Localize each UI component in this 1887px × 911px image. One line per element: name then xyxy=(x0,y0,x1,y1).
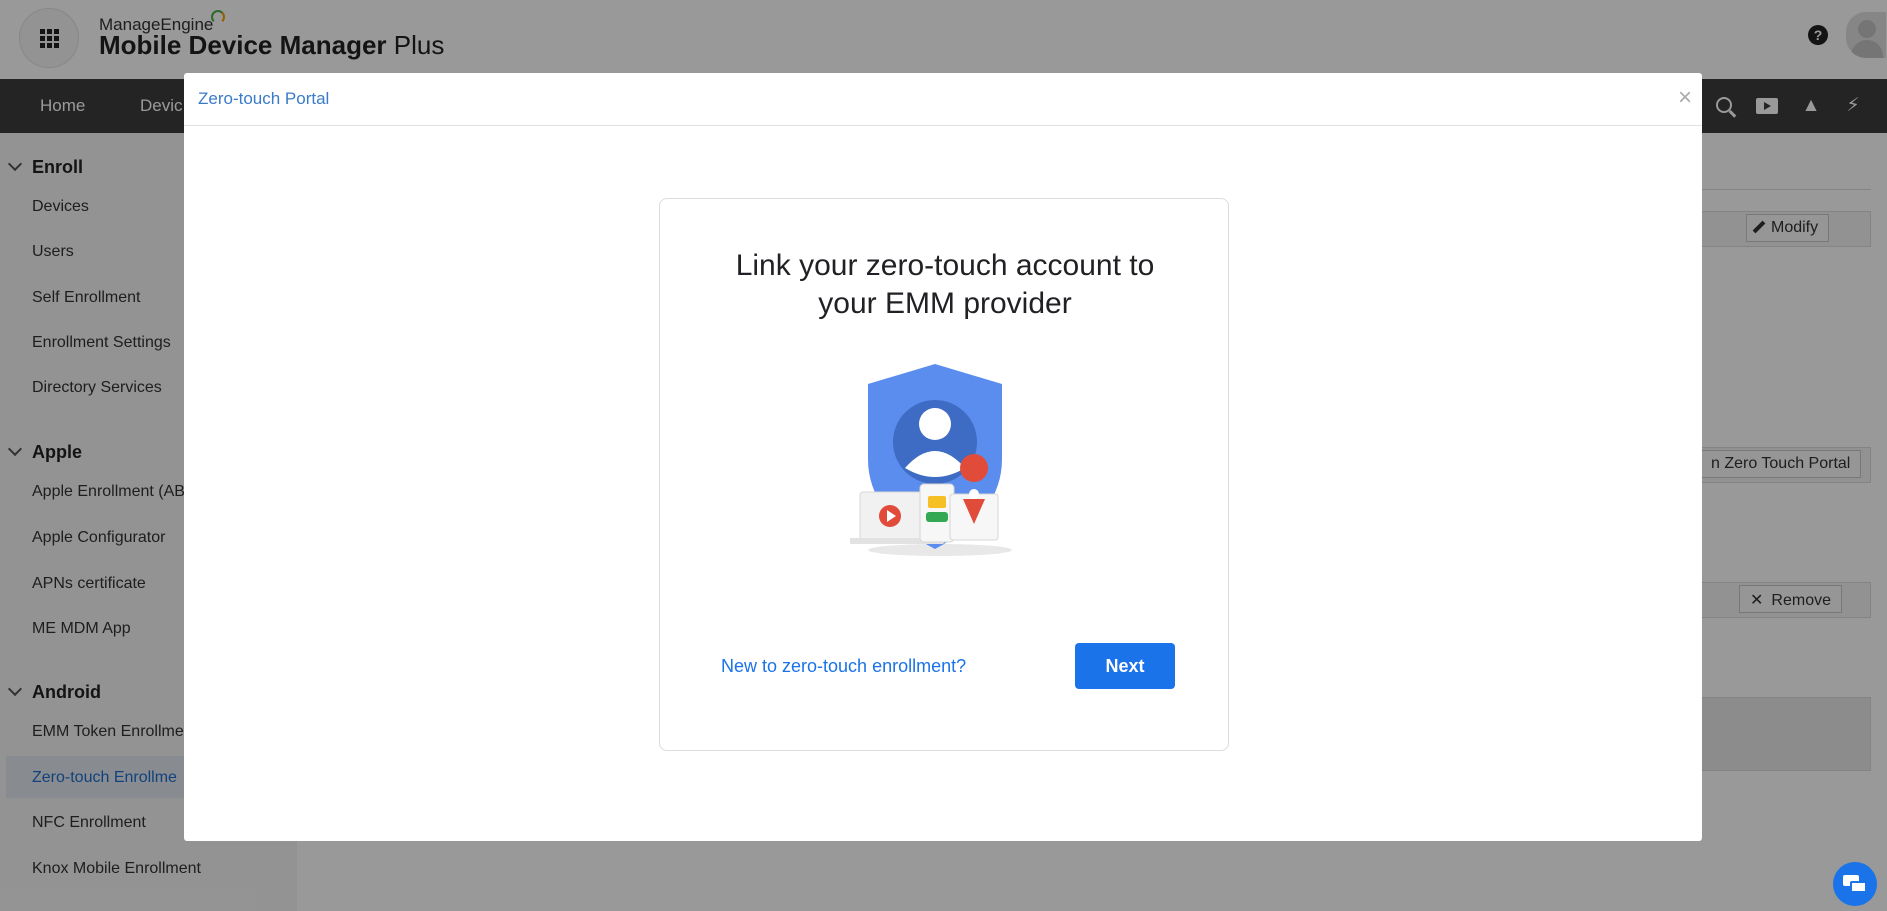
dialog-header: Zero-touch Portal × xyxy=(184,73,1702,126)
chat-icon[interactable] xyxy=(1833,862,1877,906)
card-heading-line-1: Link your zero-touch account to xyxy=(735,249,1155,282)
shield-illustration-icon xyxy=(850,364,1012,556)
zero-touch-link-card: Link your zero-touch account to your EMM… xyxy=(659,198,1229,751)
zero-touch-portal-dialog: Zero-touch Portal × Link your zero-touch… xyxy=(184,73,1702,841)
close-icon[interactable]: × xyxy=(1678,84,1692,112)
card-heading-line-2: your EMM provider xyxy=(818,287,1072,320)
new-to-zero-touch-link[interactable]: New to zero-touch enrollment? xyxy=(721,656,966,677)
dialog-title: Zero-touch Portal xyxy=(198,89,330,108)
card-heading: Link your zero-touch account to your EMM… xyxy=(660,247,1230,323)
next-button[interactable]: Next xyxy=(1075,643,1175,689)
